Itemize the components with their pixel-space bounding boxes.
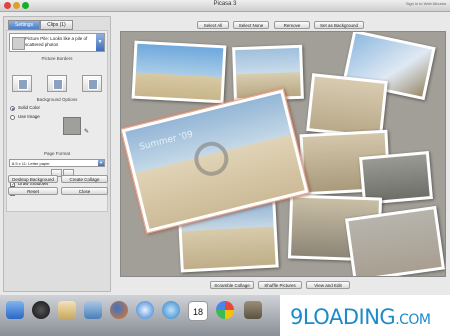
use-image-radio[interactable] (10, 115, 15, 120)
background-color-swatch[interactable] (63, 117, 81, 135)
dashboard-icon[interactable] (32, 301, 50, 319)
sidebar-tabs: Settings Clips (1) (8, 20, 73, 30)
tab-clips[interactable]: Clips (1) (40, 20, 73, 30)
view-and-edit-button[interactable]: View and Edit (306, 281, 350, 289)
site-watermark: 9LOADING.COM (290, 305, 431, 329)
rotate-handle-icon[interactable] (190, 138, 232, 180)
background-options-label: Background Options (36, 97, 78, 102)
eyedropper-icon[interactable]: ✎ (84, 128, 89, 135)
select-none-button[interactable]: Select None (233, 21, 269, 29)
shuffle-pictures-button[interactable]: Shuffle Pictures (258, 281, 302, 289)
settings-panel: Picture Pile: Looks like a pile of scatt… (6, 30, 108, 212)
collage-photo-lifeguard[interactable] (131, 40, 227, 104)
collage-style-select[interactable]: Picture Pile: Looks like a pile of scatt… (9, 33, 105, 52)
safari-icon[interactable] (136, 301, 154, 319)
collage-photo-sand-print[interactable] (306, 73, 388, 139)
desktop-background-button[interactable]: Desktop Background (8, 175, 58, 183)
chevron-down-icon[interactable]: ▼ (98, 160, 104, 166)
solid-color-label: Solid Color (18, 105, 41, 110)
create-collage-button[interactable]: Create Collage (61, 175, 108, 183)
use-image-label: Use Image (18, 114, 40, 119)
picture-borders-label: Picture Borders (41, 56, 73, 61)
close-button[interactable]: Close (61, 187, 108, 195)
scramble-collage-button[interactable]: Scramble Collage (210, 281, 254, 289)
window-title: Picasa 3 (213, 1, 237, 7)
preview-icon[interactable] (244, 301, 262, 319)
selected-collage-photo[interactable]: Summer '09 (121, 88, 310, 234)
watermark-text: 9LOADING (290, 305, 396, 329)
reset-button[interactable]: Reset (8, 187, 58, 195)
calendar-day: 18 (192, 307, 203, 317)
sign-in-link[interactable]: Sign in to Web Albums (406, 1, 446, 6)
title-bar: Picasa 3 Sign in to Web Albums (0, 0, 450, 12)
border-polaroid-button[interactable] (82, 75, 102, 92)
picture-pile-icon (12, 37, 25, 50)
solid-color-radio[interactable] (10, 106, 15, 111)
watermark-domain: .COM (395, 312, 431, 328)
itunes-icon[interactable] (162, 301, 180, 319)
chevron-down-icon[interactable]: ▼ (96, 34, 104, 51)
page-format-value: 8.5 x 11: Letter paper (12, 161, 50, 166)
collage-photo-shore[interactable] (344, 205, 445, 276)
tab-settings[interactable]: Settings (8, 20, 41, 30)
page-format-label: Page Format (43, 151, 70, 156)
mail-icon[interactable] (58, 301, 76, 319)
photo-caption: Summer '09 (138, 129, 195, 153)
select-all-button[interactable]: Select All (197, 21, 229, 29)
border-white-button[interactable] (47, 75, 67, 92)
collage-canvas[interactable]: Summer '09 (120, 31, 446, 277)
border-none-button[interactable] (12, 75, 32, 92)
page-format-select[interactable]: 8.5 x 11: Letter paper ▼ (9, 159, 105, 167)
ical-icon[interactable]: 18 (188, 301, 208, 321)
collage-style-value: Picture Pile: Looks like a pile of scatt… (25, 36, 88, 47)
photo-app-icon[interactable] (84, 301, 102, 319)
mac-dock: 18 (0, 295, 280, 336)
firefox-icon[interactable] (110, 301, 128, 319)
finder-icon[interactable] (6, 301, 24, 319)
picasa-window: Picasa 3 Sign in to Web Albums Settings … (0, 0, 450, 295)
collage-sidebar: Settings Clips (1) Picture Pile: Looks l… (3, 16, 111, 292)
set-as-background-button[interactable]: Set as Background (314, 21, 364, 29)
picasa-icon[interactable] (216, 301, 234, 319)
remove-button[interactable]: Remove (274, 21, 310, 29)
